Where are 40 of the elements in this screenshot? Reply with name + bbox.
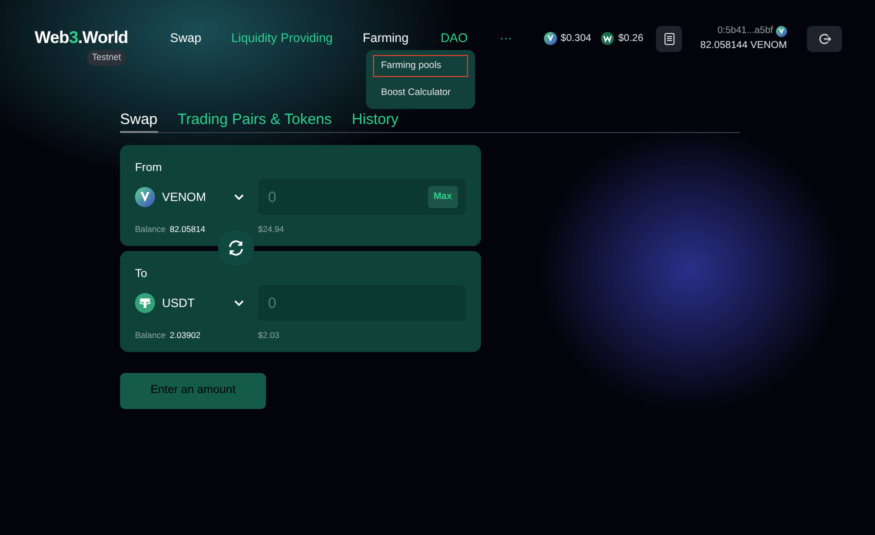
balance-value: 2.03902 — [170, 329, 200, 342]
max-button[interactable]: Max — [428, 186, 458, 208]
chevron-down-icon — [234, 300, 244, 306]
menu-item[interactable]: Boost Calculator — [373, 82, 468, 104]
nav-link[interactable]: ··· — [500, 30, 512, 46]
wallet-address: 0:5b41...a5bf — [718, 24, 773, 38]
field-label: To — [135, 267, 148, 282]
usdt-token-icon — [135, 293, 155, 313]
token-selector[interactable]: USDT — [135, 288, 258, 318]
field-label: From — [135, 161, 163, 176]
balance-value: 82.05814 — [170, 223, 206, 236]
usd-value: $24.94 — [258, 223, 284, 236]
token-selector[interactable]: VENOM — [135, 182, 258, 212]
nav-link[interactable]: DAO — [440, 30, 468, 46]
venom-token-icon — [135, 187, 155, 207]
logout-button[interactable] — [807, 26, 842, 52]
network-badge: Testnet — [86, 50, 126, 66]
tab[interactable]: History — [352, 112, 398, 133]
document-icon — [664, 32, 675, 45]
amount-input[interactable]: 0 — [258, 285, 466, 321]
logo[interactable]: Web3.World — [34, 28, 128, 48]
wallet-button[interactable] — [656, 26, 682, 52]
logout-icon — [818, 32, 830, 45]
nav-link[interactable]: Farming — [362, 30, 409, 46]
nav-link[interactable]: Liquidity Providing — [231, 30, 333, 46]
w-token-icon — [601, 32, 614, 46]
chevron-down-icon — [234, 194, 244, 200]
tab[interactable]: Trading Pairs & Tokens — [178, 112, 332, 133]
nav-link[interactable]: Swap — [170, 30, 202, 46]
venom-token-icon — [776, 26, 787, 37]
wallet-balance: 82.058144 VENOM — [700, 39, 787, 54]
tab[interactable]: Swap — [120, 112, 158, 133]
balance-label: Balance — [135, 329, 166, 342]
swap-icon — [227, 239, 245, 257]
menu-item[interactable]: Farming pools — [373, 55, 468, 78]
balance-label: Balance — [135, 223, 166, 236]
token-price: $0.26 — [618, 32, 644, 46]
usd-value: $2.03 — [258, 329, 280, 342]
venom-token-icon — [544, 32, 557, 46]
token-price: $0.304 — [560, 32, 592, 46]
